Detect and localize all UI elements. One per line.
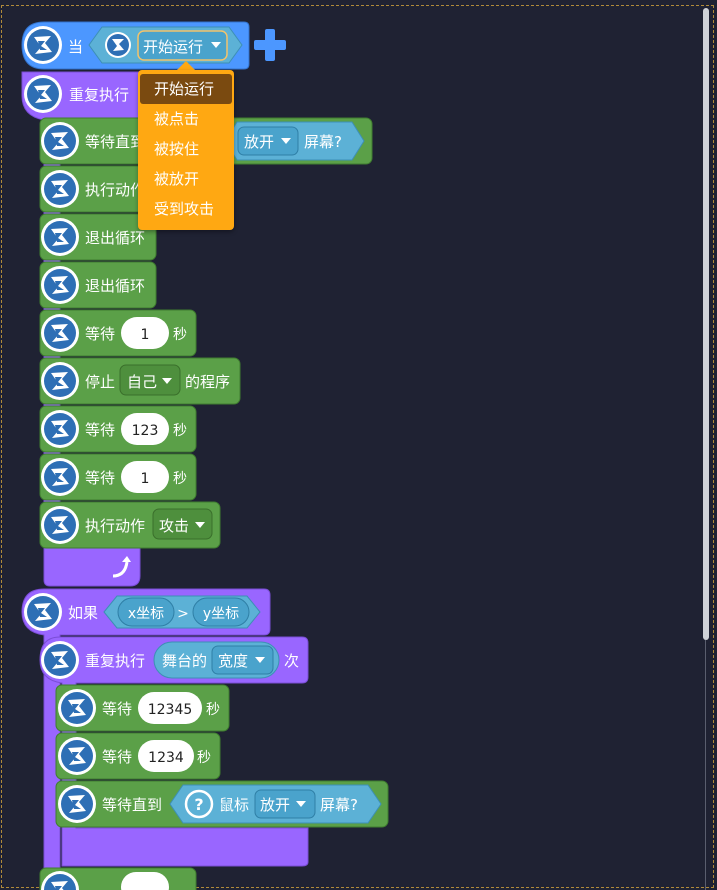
block-logo-icon [41, 410, 79, 448]
wait-label: 等待 [85, 469, 115, 487]
wait-label: 等待 [102, 700, 132, 718]
block-logo-icon [41, 170, 79, 208]
partial-input [121, 872, 169, 890]
block-logo-icon [58, 689, 96, 727]
wait-label: 等待 [85, 421, 115, 439]
event-dropdown-menu[interactable]: 开始运行 被点击 被按住 被放开 受到攻击 [138, 70, 234, 230]
dropdown-option-held[interactable]: 被按住 [138, 134, 234, 164]
vertical-scrollbar[interactable] [703, 8, 709, 640]
svg-text:?: ? [194, 795, 203, 814]
block-logo-icon [41, 122, 79, 160]
wait-seconds-block[interactable]: 等待 1234 秒 [55, 732, 221, 780]
wait-seconds-value: 1 [141, 327, 150, 343]
dropdown-option-released[interactable]: 被放开 [138, 164, 234, 194]
repeat-times-suffix: 次 [284, 652, 299, 670]
wait-until-label: 等待直到 [102, 796, 162, 814]
repeat-forever-label: 重复执行 [69, 86, 129, 104]
compare-operator: > [177, 606, 189, 622]
wait-label: 等待 [85, 325, 115, 343]
repeat-times-label: 重复执行 [85, 652, 145, 670]
mouse-suffix: 屏幕? [320, 796, 358, 814]
do-action-label: 执行动作 [85, 181, 145, 199]
break-loop-block[interactable]: 退出循环 [39, 261, 157, 309]
dropdown-option-clicked[interactable]: 被点击 [138, 104, 234, 134]
wait-unit: 秒 [173, 423, 187, 439]
when-label: 当 [68, 38, 83, 56]
block-logo-icon [58, 785, 96, 823]
do-action-block[interactable]: 执行动作 攻击 [39, 501, 221, 549]
wait-seconds-value: 1 [141, 471, 150, 487]
reporter-option: 宽度 [218, 652, 248, 670]
block-logo-icon [41, 218, 79, 256]
stop-label: 停止 [85, 373, 115, 391]
wait-seconds-block[interactable]: 等待 123 秒 [39, 405, 197, 453]
dropdown-option-start[interactable]: 开始运行 [140, 74, 232, 104]
block-logo-icon [24, 593, 62, 631]
wait-seconds-block[interactable]: 等待 1 秒 [39, 309, 197, 357]
block-logo-icon [24, 26, 62, 64]
break-loop-label: 退出循环 [85, 277, 145, 295]
stop-suffix: 的程序 [185, 373, 230, 391]
do-action-label: 执行动作 [85, 517, 145, 535]
dropdown-caret [177, 61, 195, 70]
wait-unit: 秒 [173, 471, 187, 487]
wait-until-label: 等待直到 [85, 133, 145, 151]
dropdown-option-attacked[interactable]: 受到攻击 [138, 194, 234, 224]
reporter-label: 舞台的 [162, 652, 207, 670]
block-logo-icon [41, 641, 79, 679]
wait-unit: 秒 [206, 702, 220, 718]
wait-until-suffix: 屏幕? [304, 133, 342, 151]
block-logo-icon [24, 75, 62, 113]
wait-seconds-value: 12345 [148, 702, 193, 718]
wait-label: 等待 [102, 748, 132, 766]
wait-seconds-block[interactable]: 等待 1 秒 [39, 453, 197, 501]
block-logo-icon [58, 737, 96, 775]
wait-seconds-block[interactable]: 等待 12345 秒 [55, 684, 230, 732]
wait-seconds-value: 1234 [148, 750, 184, 766]
block-logo-icon [105, 32, 131, 58]
block-logo-icon [41, 362, 79, 400]
if-label: 如果 [68, 604, 98, 622]
action-option: 攻击 [159, 517, 189, 535]
block-logo-icon [41, 458, 79, 496]
partial-block[interactable] [39, 867, 197, 890]
when-event-hat-block[interactable]: 当 开始运行 [21, 21, 286, 70]
mouse-option: 放开 [260, 796, 290, 814]
wait-until-block[interactable]: 等待直到 ? 鼠标 放开 屏幕? [55, 780, 389, 828]
event-value: 开始运行 [143, 38, 203, 56]
wait-seconds-value: 123 [132, 423, 159, 439]
plus-icon[interactable] [254, 29, 286, 61]
wait-unit: 秒 [197, 750, 211, 766]
block-logo-icon [41, 314, 79, 352]
block-logo-icon [41, 266, 79, 304]
stop-option: 自己 [127, 373, 157, 391]
wait-until-option: 放开 [244, 133, 274, 151]
stop-block[interactable]: 停止 自己 的程序 [39, 357, 241, 405]
mouse-label: 鼠标 [219, 796, 249, 814]
y-reporter-label: y坐标 [203, 606, 239, 622]
scrollbar-track [705, 640, 706, 890]
block-logo-icon [41, 506, 79, 544]
wait-unit: 秒 [173, 327, 187, 343]
break-loop-label: 退出循环 [85, 229, 145, 247]
x-reporter-label: x坐标 [128, 606, 164, 622]
code-workspace[interactable]: 重复执行 等待直到 放开 屏幕? 执行动作 退出循环 退出循环 等待 1 秒 停… [0, 0, 717, 890]
